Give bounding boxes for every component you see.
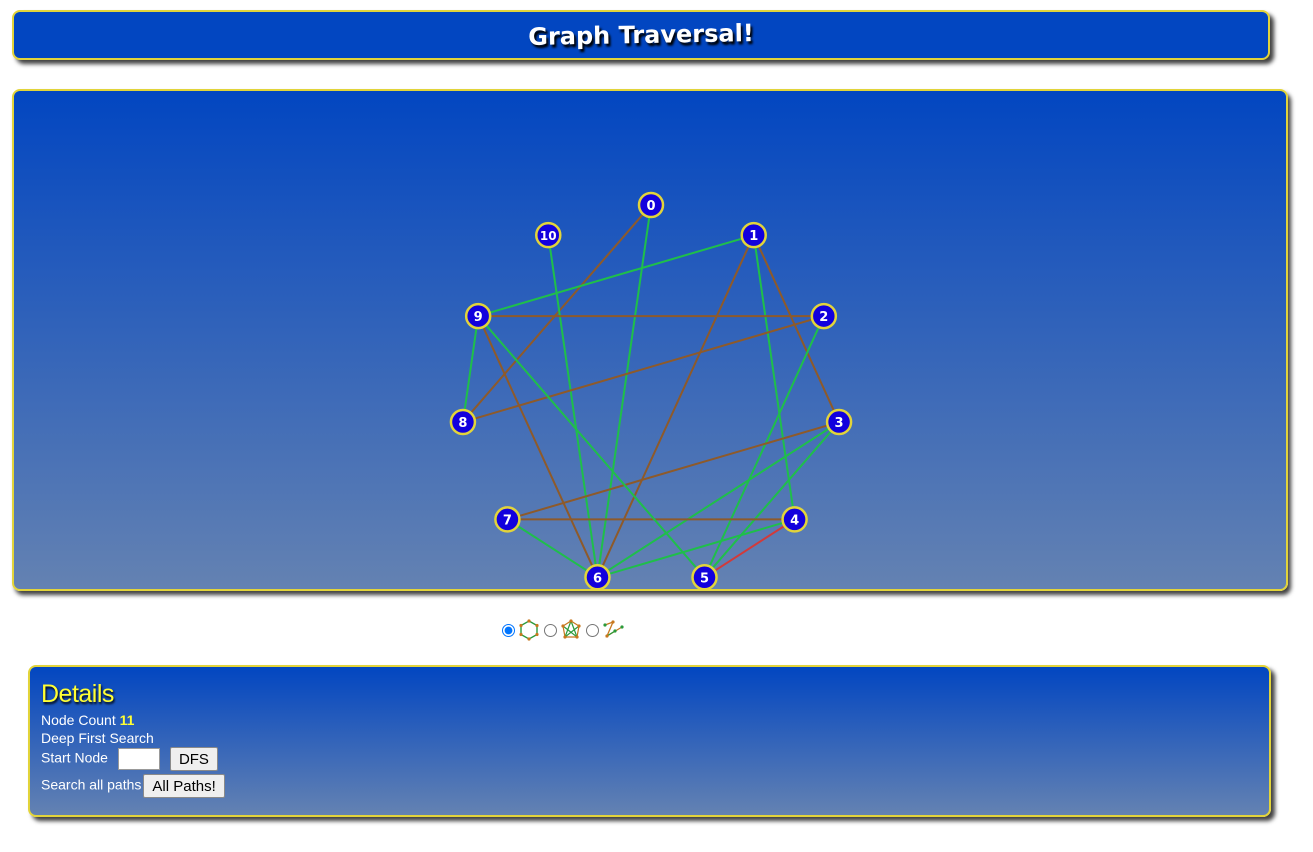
start-node-row: Start Node DFS xyxy=(41,747,218,771)
graph-node-2[interactable]: 2 xyxy=(810,302,838,330)
start-node-label: Start Node xyxy=(41,749,108,766)
title-bar: Graph Traversal! xyxy=(12,10,1270,60)
graph-node-5[interactable]: 5 xyxy=(691,564,718,589)
dfs-title: Deep First Search xyxy=(41,730,154,746)
all-paths-row: Search all paths All Paths! xyxy=(41,774,225,798)
graph-node-label: 2 xyxy=(819,310,828,325)
graph-node-4[interactable]: 4 xyxy=(781,506,808,533)
graph-node-0[interactable]: 0 xyxy=(637,191,665,219)
tree-layout-icon xyxy=(603,620,624,638)
nodes-layer: 0 1 2 3 4 5 6 7 8 9 10 xyxy=(449,191,853,589)
node-count-row: Node Count 11 xyxy=(41,712,134,728)
node-count-label: Node Count xyxy=(41,712,116,728)
graph-node-label: 1 xyxy=(749,229,758,244)
graph-edge-0-6 xyxy=(596,204,652,578)
graph-edge-3-5 xyxy=(703,421,840,578)
graph-node-10[interactable]: 10 xyxy=(535,221,562,249)
all-paths-button[interactable]: All Paths! xyxy=(143,774,225,798)
graph-node-label: 8 xyxy=(458,416,467,431)
node-count-value: 11 xyxy=(119,712,135,728)
dfs-button[interactable]: DFS xyxy=(169,747,218,771)
mesh-layout-icon xyxy=(561,619,581,639)
graph-panel: 0 1 2 3 4 5 6 7 8 9 10 xyxy=(12,89,1288,591)
layout-option-force[interactable] xyxy=(544,619,582,641)
graph-node-9[interactable]: 9 xyxy=(464,302,492,330)
graph-node-label: 4 xyxy=(790,513,799,528)
details-heading: Details xyxy=(41,680,114,708)
hexagon-layout-icon xyxy=(519,619,539,641)
all-paths-label: Search all paths xyxy=(41,776,142,793)
graph-node-label: 7 xyxy=(503,513,512,528)
graph-node-label: 3 xyxy=(835,416,844,431)
graph-node-label: 6 xyxy=(593,571,602,586)
layout-radio-tree[interactable] xyxy=(586,623,599,637)
start-node-input[interactable] xyxy=(117,748,160,770)
graph-node-label: 0 xyxy=(646,199,655,214)
layout-radio-circle[interactable] xyxy=(502,623,515,637)
graph-node-label: 10 xyxy=(540,229,557,243)
layout-option-circle[interactable] xyxy=(502,619,540,641)
graph-edge-1-9 xyxy=(477,234,755,318)
layout-radio-force[interactable] xyxy=(544,623,557,637)
graph-edge-2-8 xyxy=(462,315,825,423)
graph-node-label: 9 xyxy=(474,310,483,325)
details-panel: Details Node Count 11 Deep First Search … xyxy=(28,665,1271,817)
graph-node-3[interactable]: 3 xyxy=(825,408,853,436)
graph-node-label: 5 xyxy=(700,571,709,586)
graph-node-8[interactable]: 8 xyxy=(449,408,477,436)
page-title: Graph Traversal! xyxy=(528,19,754,51)
layout-options xyxy=(502,615,628,645)
layout-option-tree[interactable] xyxy=(586,619,624,641)
graph-node-6[interactable]: 6 xyxy=(584,564,611,589)
graph-node-7[interactable]: 7 xyxy=(494,506,521,533)
graph-node-1[interactable]: 1 xyxy=(740,221,767,249)
graph-edge-3-7 xyxy=(507,421,840,521)
graph-canvas[interactable]: 0 1 2 3 4 5 6 7 8 9 10 xyxy=(14,91,1286,589)
